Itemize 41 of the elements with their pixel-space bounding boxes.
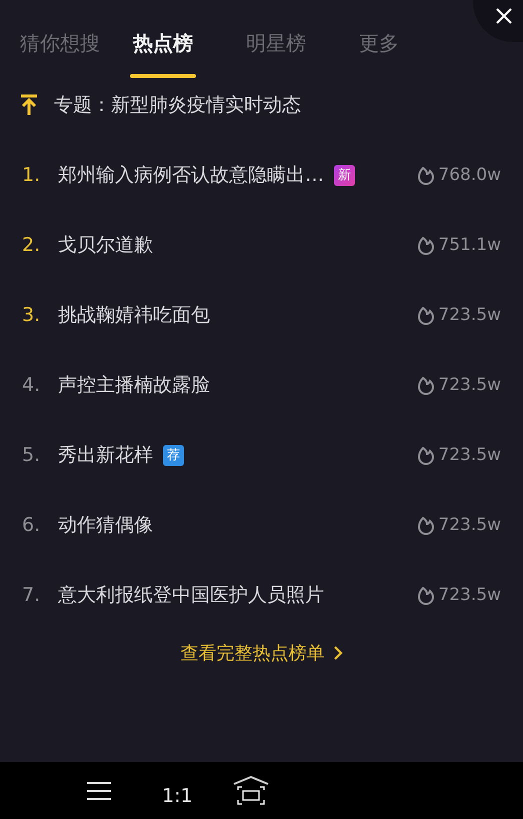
topic-title[interactable]: 动作猜偶像 xyxy=(58,512,153,538)
chevron-right-icon xyxy=(332,646,342,660)
topic-title[interactable]: 声控主播楠故露脸 xyxy=(58,372,210,398)
topic-badge: 新 xyxy=(334,164,355,186)
flame-icon xyxy=(417,515,436,535)
heat-count: 751.1w xyxy=(438,235,501,255)
flame-icon xyxy=(417,585,436,605)
flame-icon xyxy=(417,165,436,185)
topic-title[interactable]: 秀出新花样 xyxy=(58,442,153,468)
pin-top-icon xyxy=(20,94,38,116)
topic-title[interactable]: 郑州输入病例否认故意隐瞒出… xyxy=(58,162,324,188)
heat-count: 723.5w xyxy=(438,305,501,325)
home-frame-icon xyxy=(232,776,269,806)
home-button[interactable] xyxy=(232,776,269,806)
topic-title[interactable]: 戈贝尔道歉 xyxy=(58,232,153,258)
heat-count: 723.5w xyxy=(438,585,501,605)
topic-title[interactable]: 挑战鞠婧祎吃面包 xyxy=(58,302,210,328)
rank-number: 2. xyxy=(22,234,42,256)
menu-icon xyxy=(86,780,112,800)
rank-number: 4. xyxy=(22,374,42,396)
tab[interactable]: 热点榜 xyxy=(133,30,193,78)
pinned-topic[interactable]: 专题：新型肺炎疫情实时动态 xyxy=(54,92,301,118)
flame-icon xyxy=(417,375,436,395)
heat-count: 723.5w xyxy=(438,445,501,465)
menu-button[interactable] xyxy=(86,780,112,800)
ratio-label[interactable]: 1:1 xyxy=(162,784,193,806)
view-full-list-link[interactable]: 查看完整热点榜单 xyxy=(180,635,342,671)
rank-number: 5. xyxy=(22,444,42,466)
rank-number: 6. xyxy=(22,514,42,536)
heat-count: 768.0w xyxy=(438,165,501,185)
topic-badge: 荐 xyxy=(163,444,184,466)
rank-number: 3. xyxy=(22,304,42,326)
rank-number: 1. xyxy=(22,164,42,186)
rank-number: 7. xyxy=(22,584,42,606)
flame-icon xyxy=(417,235,436,255)
close-icon xyxy=(495,7,513,25)
heat-count: 723.5w xyxy=(438,515,501,535)
topic-title[interactable]: 意大利报纸登中国医护人员照片 xyxy=(58,582,324,608)
heat-count: 723.5w xyxy=(438,375,501,395)
flame-icon xyxy=(417,445,436,465)
flame-icon xyxy=(417,305,436,325)
